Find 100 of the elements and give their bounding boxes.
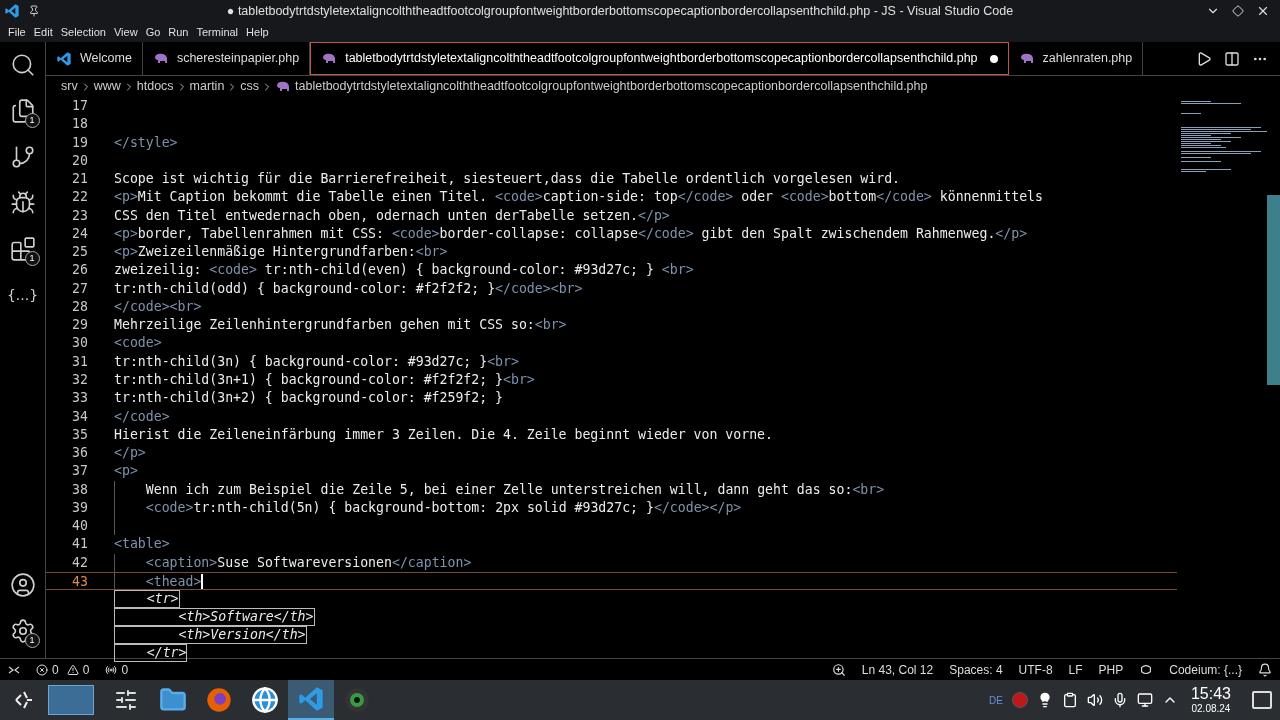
line-number: 41	[71, 535, 88, 554]
line-number: 40	[71, 517, 88, 536]
browser-icon[interactable]	[205, 686, 233, 714]
menu-item[interactable]: Go	[141, 23, 165, 41]
line-number: 26	[71, 261, 88, 280]
display-icon[interactable]	[1136, 692, 1153, 708]
json-view-button[interactable]: {...}	[6, 284, 39, 306]
code-line: zweizeilig: <code> tr:nth-child(even) { background-color: #93d27c; } <br>	[114, 261, 694, 280]
code-line: <thead>	[145, 572, 204, 590]
menu-item[interactable]: Edit	[29, 23, 57, 41]
line-number: 42	[71, 553, 88, 572]
notifications-icon[interactable]	[1258, 662, 1272, 677]
editor-tab[interactable]: zahlenraten.php	[1008, 42, 1144, 75]
code-line: <caption>Suse Softwareversionen</caption>	[145, 553, 472, 572]
line-number: 27	[71, 279, 88, 298]
line-number: 30	[71, 334, 88, 353]
code-line: tr:nth-child(3n+1) { background-color: #f2f2f2; }<br>	[114, 371, 535, 389]
run-icon[interactable]	[1196, 50, 1212, 67]
status-item[interactable]: PHP	[1098, 660, 1124, 679]
code-line: <code>	[114, 334, 162, 353]
line-number: 23	[71, 206, 88, 225]
codeium-status[interactable]: Codeium: {...}	[1169, 660, 1242, 679]
line-number: 20	[71, 151, 88, 170]
vscode-logo-icon	[56, 50, 72, 67]
line-number: 18	[71, 115, 88, 134]
bug-icon[interactable]	[9, 190, 36, 216]
vertical-scrollbar[interactable]	[1267, 195, 1280, 385]
breadcrumb-item[interactable]: martin	[189, 77, 225, 96]
ports-button[interactable]: 0	[105, 660, 129, 679]
breadcrumb-item[interactable]: srv	[61, 77, 78, 96]
show-desktop-button[interactable]	[1252, 691, 1272, 709]
code-line: </p>	[114, 444, 146, 463]
breadcrumb-item[interactable]: css	[240, 77, 260, 96]
vscode-logo-icon	[4, 3, 20, 19]
line-number: 28	[71, 297, 88, 316]
code-line: <p>border, Tabellenrahmen mit CSS: <code>border-collapse: collapse</code> gibt den Spalt zwischendem Rahmenweg.</p>	[114, 224, 1028, 243]
problems-button[interactable]: 0 0	[36, 660, 90, 679]
account-icon[interactable]	[9, 572, 36, 598]
code-line: Mehrzeilige Zeilenhintergrundfarben gehen mit CSS so:<br>	[114, 316, 567, 335]
line-number: 38	[71, 480, 88, 499]
status-item[interactable]: Spaces: 4	[949, 660, 1003, 679]
code-line: Scope ist wichtig für die Barrierefreiheit, siesteuert,dass die Tabelle ordentlich vorgelesen wird.	[114, 170, 900, 189]
files-icon[interactable]	[9, 98, 36, 124]
code-line: tr:nth-child(odd) { background-color: #f2f2f2; }</code><br>	[114, 279, 583, 298]
pin-icon[interactable]	[28, 5, 40, 17]
code-line: <p>Zweizeilenmäßige Hintergrundfarben:<br>	[114, 243, 448, 262]
line-number: 24	[71, 224, 88, 243]
menu-item[interactable]: File	[4, 23, 30, 41]
clock[interactable]: 15:43 02.08.24	[1186, 686, 1235, 714]
editor-tab[interactable]: Welcome	[46, 42, 143, 75]
antenna-icon	[105, 663, 118, 676]
extensions-icon[interactable]	[9, 236, 36, 262]
volume-icon[interactable]	[1086, 692, 1103, 708]
mixer-icon[interactable]	[114, 688, 138, 712]
elephant-icon	[152, 52, 169, 65]
status-item[interactable]: UTF-8	[1018, 660, 1053, 679]
branch-icon[interactable]	[9, 144, 36, 170]
menu-item[interactable]: Terminal	[192, 23, 243, 41]
status-item[interactable]: Ln 43, Col 12	[861, 660, 934, 679]
keyboard-layout[interactable]: DE	[989, 692, 1003, 708]
line-number: 17	[71, 97, 88, 115]
line-number: 32	[71, 371, 88, 389]
folder-icon[interactable]	[159, 686, 187, 714]
line-number: 22	[71, 188, 88, 207]
split-editor-icon[interactable]	[1224, 50, 1240, 67]
editor-tab[interactable]: scheresteinpapier.php	[142, 42, 311, 75]
clipboard-icon[interactable]	[1061, 692, 1078, 708]
line-number: 29	[71, 316, 88, 335]
count-badge: 1	[24, 633, 40, 648]
line-number: 43	[71, 572, 88, 590]
text-cursor	[201, 574, 204, 590]
maximize-icon[interactable]	[1232, 5, 1244, 17]
inline-suggestion: </tr>	[114, 644, 188, 663]
globe-icon[interactable]	[251, 686, 279, 714]
menu-item[interactable]: View	[109, 23, 142, 41]
inline-suggestion: <tr>	[114, 590, 180, 609]
inline-suggestion: <th>Version</th>	[114, 626, 307, 645]
code-line: <p>Mit Caption bekommt die Tabelle einen Titel. <code>caption-side: top</code> oder <code>bottom</code> könnenmittels	[114, 188, 1043, 207]
code-line: Hierist die Zeileneinfärbung immer 3 Zeilen. Die 4. Zeile beginnt wieder von vorne.	[114, 425, 773, 444]
code-line: <code>tr:nth-child(5n) { background-bottom: 2px solid #93d27c; }</code></p>	[145, 498, 742, 517]
line-number: 35	[71, 425, 88, 444]
editor-tab[interactable]: tabletbodytrtdstyletextaligncolththeadtfootcolgroupfontweightborderbottomscopecaptionbordercollapsenthchild.php	[310, 42, 1009, 75]
code-line: <p>	[114, 462, 138, 481]
close-icon[interactable]	[1256, 4, 1270, 18]
menu-item[interactable]: Help	[242, 23, 273, 41]
line-number: 19	[71, 133, 88, 152]
breadcrumb-item[interactable]: htdocs	[136, 77, 174, 96]
menu-item[interactable]: Run	[164, 23, 193, 41]
menu-item[interactable]: Selection	[56, 23, 110, 41]
settings-icon[interactable]	[9, 618, 36, 644]
code-line: </style>	[114, 133, 178, 152]
zoom-icon[interactable]	[831, 662, 846, 677]
breadcrumb-item[interactable]: www	[93, 77, 121, 96]
line-number: 21	[71, 170, 88, 189]
status-item[interactable]: LF	[1068, 660, 1083, 679]
line-number: 31	[71, 352, 88, 371]
line-number: 25	[71, 243, 88, 262]
breadcrumb-item[interactable]: tabletbodytrtdstyletextaligncolththeadtfootcolgroupfontweightborderbottomscopecaptionbordercollapsenthchild.php	[295, 77, 928, 96]
camera-icon[interactable]	[343, 686, 371, 714]
line-number: 34	[71, 407, 88, 426]
